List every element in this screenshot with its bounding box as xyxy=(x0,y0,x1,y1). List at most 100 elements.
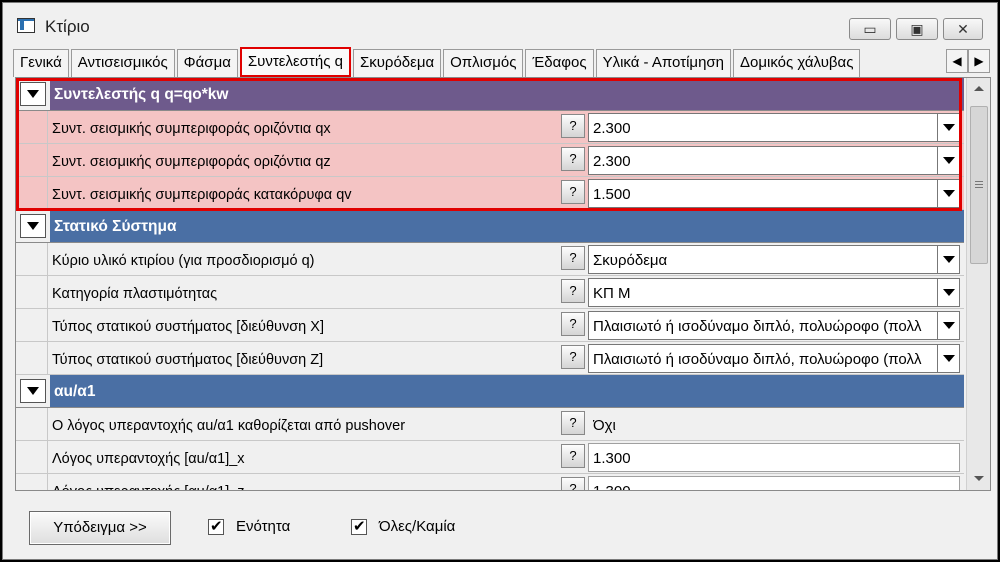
collapse-arrow-icon[interactable] xyxy=(20,82,46,106)
property-value: 2.300 xyxy=(593,120,631,137)
help-button[interactable]: ? xyxy=(561,345,585,369)
app-window-icon xyxy=(17,18,35,33)
tab-soil[interactable]: Έδαφος xyxy=(525,49,594,77)
bottom-bar: Υπόδειγμα >> Ενότητα Όλες/Καμία xyxy=(3,493,997,559)
property-grid-rows: Συντελεστής q q=qo*kw Συντ. σεισμικής συ… xyxy=(16,78,964,490)
collapse-arrow-icon[interactable] xyxy=(20,214,46,238)
help-button[interactable]: ? xyxy=(561,411,585,435)
property-label: Τύπος στατικού συστήματος [διεύθυνση X] xyxy=(52,319,324,335)
help-button[interactable]: ? xyxy=(561,312,585,336)
property-value: Σκυρόδεμα xyxy=(593,252,668,269)
property-label: Συντ. σεισμικής συμπεριφοράς οριζόντια q… xyxy=(52,111,564,143)
grip-icon xyxy=(975,181,983,182)
property-row: Ο λόγος υπεραντοχής αu/α1 καθορίζεται απ… xyxy=(16,408,964,441)
property-value-dropdown[interactable]: Πλαισιωτό ή ισοδύναμο διπλό, πολυώροφο (… xyxy=(588,311,960,340)
chevron-down-icon[interactable] xyxy=(937,147,959,174)
section-header-static-system[interactable]: Στατικό Σύστημα xyxy=(16,210,964,243)
chevron-down-icon[interactable] xyxy=(937,114,959,141)
help-button[interactable]: ? xyxy=(561,147,585,171)
chevron-down-icon[interactable] xyxy=(937,279,959,306)
help-button[interactable]: ? xyxy=(561,477,585,490)
property-value-dropdown[interactable]: 1.500 xyxy=(588,179,960,208)
property-value-dropdown[interactable]: ΚΠ Μ xyxy=(588,278,960,307)
scroll-down-icon[interactable] xyxy=(974,476,984,481)
tab-concrete[interactable]: Σκυρόδεμα xyxy=(352,49,442,77)
tab-structural-steel[interactable]: Δομικός χάλυβας xyxy=(733,49,861,77)
row-lead xyxy=(16,408,48,440)
tab-scroll-right-button[interactable]: ▶ xyxy=(968,49,990,73)
chevron-down-icon[interactable] xyxy=(937,345,959,372)
help-button[interactable]: ? xyxy=(561,180,585,204)
property-row: Λόγος υπεραντοχής [αu/α1]_z ? 1.300 xyxy=(16,474,964,490)
chevron-down-icon[interactable] xyxy=(937,312,959,339)
chevron-down-icon[interactable] xyxy=(937,180,959,207)
property-row: Συντ. σεισμικής συμπεριφοράς οριζόντια q… xyxy=(16,111,964,144)
help-button[interactable]: ? xyxy=(561,114,585,138)
property-row: Συντ. σεισμικής συμπεριφοράς κατακόρυφα … xyxy=(16,177,964,210)
row-lead xyxy=(16,342,48,374)
property-label: Λόγος υπεραντοχής [αu/α1]_x xyxy=(52,451,245,467)
all-none-checkbox[interactable]: Όλες/Καμία xyxy=(351,517,456,535)
property-value-dropdown[interactable]: Σκυρόδεμα xyxy=(588,245,960,274)
scrollbar-thumb[interactable] xyxy=(970,106,988,264)
window-title: Κτίριο xyxy=(45,17,90,36)
property-value: Πλαισιωτό ή ισοδύναμο διπλό, πολυώροφο (… xyxy=(593,351,922,368)
close-button[interactable]: ✕ xyxy=(943,18,983,40)
tab-scroll-left-button[interactable]: ◀ xyxy=(946,49,968,73)
property-value: Πλαισιωτό ή ισοδύναμο διπλό, πολυώροφο (… xyxy=(593,318,922,335)
property-value: ΚΠ Μ xyxy=(593,285,631,302)
section-title: αu/α1 xyxy=(54,383,96,400)
help-button[interactable]: ? xyxy=(561,279,585,303)
collapse-arrow-icon[interactable] xyxy=(20,379,46,403)
section-header-au-a1[interactable]: αu/α1 xyxy=(16,375,964,408)
title-bar: Κτίριο ▭ ▣ ✕ xyxy=(3,3,997,47)
tab-seismic[interactable]: Αντισεισμικός xyxy=(70,49,175,77)
property-value: 1.300 xyxy=(593,450,631,467)
section-header-q-factor[interactable]: Συντελεστής q q=qo*kw xyxy=(16,78,964,111)
property-row: Τύπος στατικού συστήματος [διεύθυνση Z] … xyxy=(16,342,964,375)
property-row: Κύριο υλικό κτιρίου (για προσδιορισμό q)… xyxy=(16,243,964,276)
minimize-button[interactable]: ▭ xyxy=(849,18,891,40)
property-value-dropdown[interactable]: Πλαισιωτό ή ισοδύναμο διπλό, πολυώροφο (… xyxy=(588,344,960,373)
property-value: 2.300 xyxy=(593,153,631,170)
tab-q-factor[interactable]: Συντελεστής q xyxy=(239,47,351,77)
template-button[interactable]: Υπόδειγμα >> xyxy=(29,511,171,545)
property-value: Όχι xyxy=(593,417,616,434)
checkbox-checked-icon[interactable] xyxy=(351,517,367,535)
property-value-field[interactable]: 1.300 xyxy=(588,443,960,472)
property-row: Τύπος στατικού συστήματος [διεύθυνση X] … xyxy=(16,309,964,342)
row-lead xyxy=(16,309,48,341)
help-button[interactable]: ? xyxy=(561,246,585,270)
property-grid: Συντελεστής q q=qo*kw Συντ. σεισμικής συ… xyxy=(15,77,991,491)
tab-materials-assessment[interactable]: Υλικά - Αποτίμηση xyxy=(595,49,732,77)
row-lead xyxy=(16,441,48,473)
tab-spectrum[interactable]: Φάσμα xyxy=(176,49,238,77)
property-label: Τύπος στατικού συστήματος [διεύθυνση Z] xyxy=(52,352,324,368)
property-label: Κύριο υλικό κτιρίου (για προσδιορισμό q) xyxy=(52,253,315,269)
chevron-down-icon[interactable] xyxy=(937,246,959,273)
property-label: Συντ. σεισμικής συμπεριφοράς κατακόρυφα … xyxy=(52,177,564,209)
checkbox-label: Ενότητα xyxy=(236,518,291,535)
property-row: Κατηγορία πλαστιμότητας ? ΚΠ Μ xyxy=(16,276,964,309)
scroll-up-icon[interactable] xyxy=(974,86,984,91)
row-lead xyxy=(16,276,48,308)
vertical-scrollbar[interactable] xyxy=(966,78,990,490)
row-lead xyxy=(16,111,48,143)
maximize-button[interactable]: ▣ xyxy=(896,18,938,40)
checkbox-checked-icon[interactable] xyxy=(208,517,224,535)
property-value-dropdown[interactable]: 2.300 xyxy=(588,146,960,175)
section-checkbox[interactable]: Ενότητα xyxy=(208,517,291,535)
property-value-field[interactable]: Όχι xyxy=(588,410,960,439)
help-button[interactable]: ? xyxy=(561,444,585,468)
tab-reinforcement[interactable]: Οπλισμός xyxy=(443,49,524,77)
checkbox-label: Όλες/Καμία xyxy=(379,518,456,535)
property-label: Λόγος υπεραντοχής [αu/α1]_z xyxy=(52,474,564,490)
property-value: 1.500 xyxy=(593,186,631,203)
property-value-dropdown[interactable]: 2.300 xyxy=(588,113,960,142)
building-dialog: Κτίριο ▭ ▣ ✕ Γενικά Αντισεισμικός Φάσμα … xyxy=(2,2,998,560)
property-label: Συντ. σεισμικής συμπεριφοράς οριζόντια q… xyxy=(52,144,564,176)
property-value: 1.300 xyxy=(593,477,933,490)
property-value-field[interactable]: 1.300 xyxy=(588,476,960,490)
property-row: Λόγος υπεραντοχής [αu/α1]_x ? 1.300 xyxy=(16,441,964,474)
tab-general[interactable]: Γενικά xyxy=(13,49,69,77)
